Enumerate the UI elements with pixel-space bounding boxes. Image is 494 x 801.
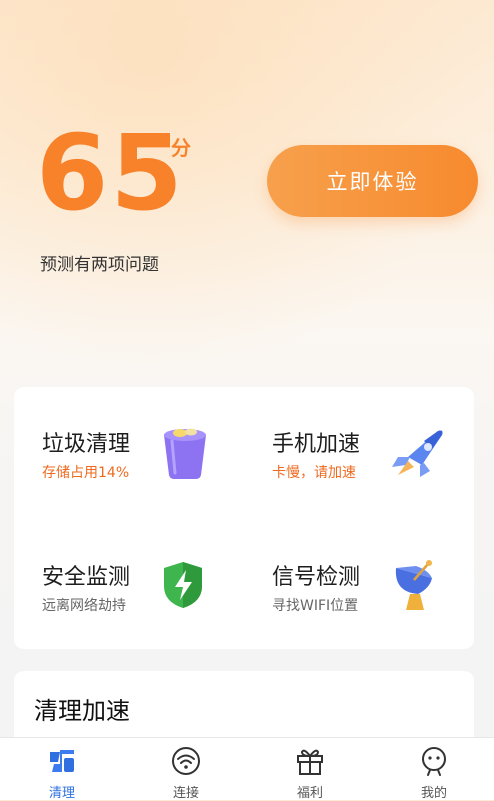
feature-title: 手机加速 — [272, 432, 361, 457]
tab-clean[interactable]: 清理 — [0, 738, 124, 801]
clean-icon — [50, 750, 74, 772]
feature-subtitle: 卡慢，请加速 — [272, 465, 356, 481]
shield-bolt-icon — [164, 562, 202, 608]
tab-connect[interactable]: 连接 — [124, 738, 248, 801]
score-value: 65 — [36, 112, 185, 234]
feature-junk-clean[interactable]: 垃圾清理 存储占用14% — [14, 387, 244, 518]
trash-bin-icon — [164, 428, 206, 479]
tab-label: 清理 — [48, 786, 75, 801]
feature-title: 垃圾清理 — [42, 432, 131, 457]
feature-subtitle: 远离网络劫持 — [42, 598, 126, 614]
tab-mine[interactable]: 我的 — [372, 738, 494, 801]
score-display: 65 分 — [36, 112, 191, 234]
feature-title: 安全监测 — [42, 565, 131, 590]
feature-signal-detect[interactable]: 信号检测 寻找WIFI位置 — [244, 518, 474, 649]
feature-security-monitor[interactable]: 安全监测 远离网络劫持 — [14, 518, 244, 649]
satellite-dish-icon — [395, 560, 432, 610]
feature-phone-speedup[interactable]: 手机加速 卡慢，请加速 — [244, 387, 474, 518]
wifi-icon — [172, 747, 200, 775]
tab-label: 连接 — [172, 786, 199, 801]
bottom-tab-bar: 清理 连接 福利 我的 — [0, 737, 494, 801]
feature-subtitle: 寻找WIFI位置 — [272, 598, 359, 614]
gift-icon — [297, 749, 323, 775]
profile-icon — [422, 747, 446, 776]
feature-subtitle: 存储占用14% — [42, 465, 130, 481]
tab-welfare[interactable]: 福利 — [248, 738, 372, 801]
score-description: 预测有两项问题 — [40, 255, 159, 275]
feature-title: 信号检测 — [272, 565, 361, 590]
score-unit: 分 — [171, 136, 191, 160]
feature-grid: 垃圾清理 存储占用14% 手机加速 卡慢，请加速 安全监测 远离网络劫持 信号检… — [14, 387, 474, 649]
section-title: 清理加速 — [34, 697, 130, 725]
tab-label: 福利 — [296, 786, 323, 801]
tab-label: 我的 — [420, 786, 447, 801]
try-now-button[interactable]: 立即体验 — [267, 145, 478, 217]
rocket-icon — [392, 430, 443, 477]
